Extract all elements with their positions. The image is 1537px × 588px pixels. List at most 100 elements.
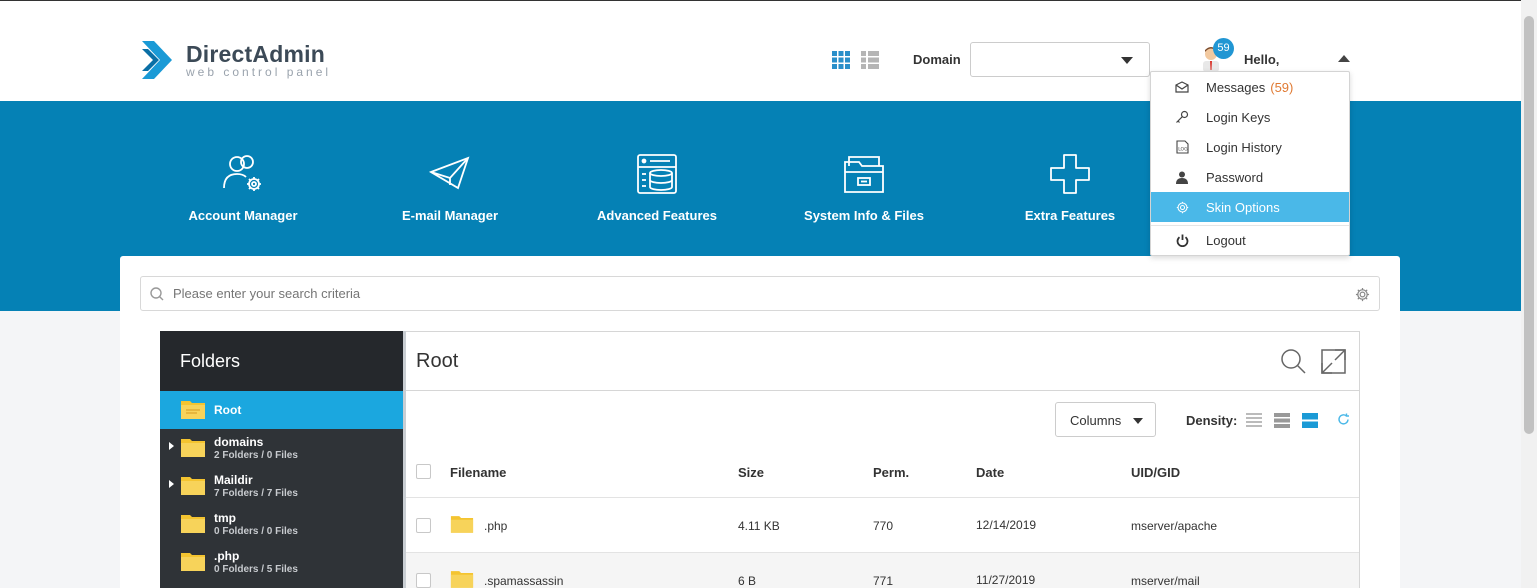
nav-label: Account Manager: [188, 208, 298, 223]
refresh-icon[interactable]: [1337, 413, 1350, 426]
user-icon: [1175, 170, 1189, 184]
column-header-perm[interactable]: Perm.: [873, 465, 909, 480]
folder-meta: 7 Folders / 7 Files: [214, 488, 298, 499]
menu-item-label: Skin Options: [1206, 199, 1280, 215]
nav-account-manager[interactable]: Account Manager: [153, 152, 333, 223]
folder-icon: [181, 477, 205, 495]
select-all-checkbox[interactable]: [416, 464, 431, 479]
table-row[interactable]: .php 4.11 KB 770 12/14/2019 mserver/apac…: [406, 498, 1359, 553]
grid-view-icon[interactable]: [832, 51, 850, 69]
folder-item-root[interactable]: Root: [160, 391, 403, 429]
menu-item-label: Password: [1206, 169, 1264, 185]
folder-item-tmp[interactable]: tmp 0 Folders / 0 Files: [160, 505, 403, 543]
caret-down-icon: [1133, 418, 1143, 424]
file-list-header: Root: [406, 332, 1359, 391]
file-perm: 771: [873, 574, 894, 588]
menu-item-label: Messages: [1206, 79, 1266, 95]
expand-arrow-icon[interactable]: [169, 442, 174, 450]
file-uid-gid: mserver/mail: [1131, 574, 1200, 588]
search-icon: [150, 287, 164, 301]
file-date: 12/14/2019: [976, 518, 1037, 532]
folder-name: domains: [214, 435, 264, 449]
search-icon[interactable]: [1281, 349, 1306, 374]
nav-label: Advanced Features: [597, 208, 717, 223]
folder-item-domains[interactable]: domains 2 Folders / 0 Files: [160, 429, 403, 467]
file-name[interactable]: .spamassassin: [484, 574, 563, 588]
menu-item-login-history[interactable]: LOG Login History: [1151, 132, 1349, 162]
folder-meta: 0 Folders / 0 Files: [214, 526, 298, 537]
nav-advanced-features[interactable]: Advanced Features: [567, 152, 747, 223]
table-row[interactable]: .spamassassin 6 B 771 11/27/2019 mserver…: [406, 552, 1359, 588]
caret-down-icon: [1121, 57, 1133, 64]
user-dropdown-menu: Messages (59) Login Keys LOG Login Histo…: [1150, 71, 1350, 256]
density-normal-icon[interactable]: [1274, 413, 1290, 428]
column-header-size[interactable]: Size: [738, 465, 764, 480]
row-checkbox[interactable]: [416, 573, 431, 588]
folder-meta: 2 Folders / 0 Files: [214, 450, 298, 461]
notification-badge[interactable]: 59: [1213, 38, 1234, 59]
menu-item-password[interactable]: Password: [1151, 162, 1349, 192]
columns-dropdown-button[interactable]: Columns: [1055, 402, 1156, 437]
expand-icon[interactable]: [1321, 349, 1346, 374]
menu-item-skin-options[interactable]: Skin Options: [1151, 192, 1349, 222]
folder-name: Root: [214, 403, 242, 417]
search-input[interactable]: [173, 286, 1323, 301]
menu-item-messages[interactable]: Messages (59): [1151, 72, 1349, 102]
columns-button-label: Columns: [1070, 413, 1122, 428]
file-size: 6 B: [738, 574, 757, 588]
folder-icon: [181, 401, 205, 419]
menu-item-login-keys[interactable]: Login Keys: [1151, 102, 1349, 132]
density-compact-icon[interactable]: [1246, 413, 1262, 428]
logo-subtitle: web control panel: [186, 65, 332, 79]
folder-item-maildir[interactable]: Maildir 7 Folders / 7 Files: [160, 467, 403, 505]
nav-extra-features[interactable]: Extra Features: [980, 152, 1160, 223]
menu-item-label: Login History: [1206, 139, 1282, 155]
svg-text:LOG: LOG: [1178, 147, 1188, 153]
expand-arrow-icon[interactable]: [169, 480, 174, 488]
scrollbar-thumb[interactable]: [1524, 16, 1534, 434]
folder-icon: [450, 571, 474, 588]
caret-up-icon[interactable]: [1338, 55, 1350, 62]
page-scrollbar[interactable]: [1521, 0, 1537, 588]
column-header-date[interactable]: Date: [976, 465, 1004, 480]
file-name[interactable]: .php: [484, 519, 507, 533]
menu-item-logout[interactable]: Logout: [1151, 225, 1349, 255]
folder-icon: [181, 515, 205, 533]
list-view-icon[interactable]: [861, 51, 879, 69]
nav-email-manager[interactable]: E-mail Manager: [360, 152, 540, 223]
nav-label: Extra Features: [1024, 208, 1116, 223]
search-bar[interactable]: [140, 276, 1380, 311]
folder-meta: 0 Folders / 5 Files: [214, 564, 298, 575]
column-header-uid-gid[interactable]: UID/GID: [1131, 465, 1180, 480]
user-greeting[interactable]: Hello,: [1244, 52, 1279, 67]
file-uid-gid: mserver/apache: [1131, 519, 1218, 533]
column-header-filename[interactable]: Filename: [450, 465, 506, 480]
folder-icon: [181, 439, 205, 457]
menu-item-label: Logout: [1206, 232, 1246, 248]
folder-name: tmp: [214, 511, 236, 525]
envelope-icon: [1175, 80, 1189, 94]
folder-icon: [450, 516, 474, 533]
nav-system-info-files[interactable]: System Info & Files: [774, 152, 954, 223]
logo-title: DirectAdmin: [186, 41, 325, 67]
paper-plane-icon: [428, 156, 470, 190]
logo-arrow-icon: [140, 39, 178, 81]
row-checkbox[interactable]: [416, 518, 431, 533]
folder-name: Maildir: [214, 473, 253, 487]
density-label: Density:: [1186, 413, 1238, 428]
gear-icon: [1175, 200, 1189, 214]
file-list-panel: Root Columns Density: Filename Size Perm…: [406, 331, 1360, 588]
nav-label: E-mail Manager: [401, 208, 499, 223]
domain-label: Domain: [913, 52, 961, 67]
current-folder-title: Root: [416, 350, 459, 372]
file-cabinet-icon: [844, 156, 884, 193]
domain-select[interactable]: [970, 42, 1150, 77]
key-icon: [1175, 110, 1189, 124]
file-perm: 770: [873, 519, 894, 533]
directadmin-logo[interactable]: DirectAdmin web control panel: [140, 39, 331, 81]
search-settings-gear-icon[interactable]: [1355, 287, 1370, 302]
folder-item-php[interactable]: .php 0 Folders / 5 Files: [160, 543, 403, 581]
density-comfortable-icon[interactable]: [1302, 413, 1318, 428]
log-icon: LOG: [1175, 140, 1189, 154]
server-database-icon: [637, 154, 677, 194]
